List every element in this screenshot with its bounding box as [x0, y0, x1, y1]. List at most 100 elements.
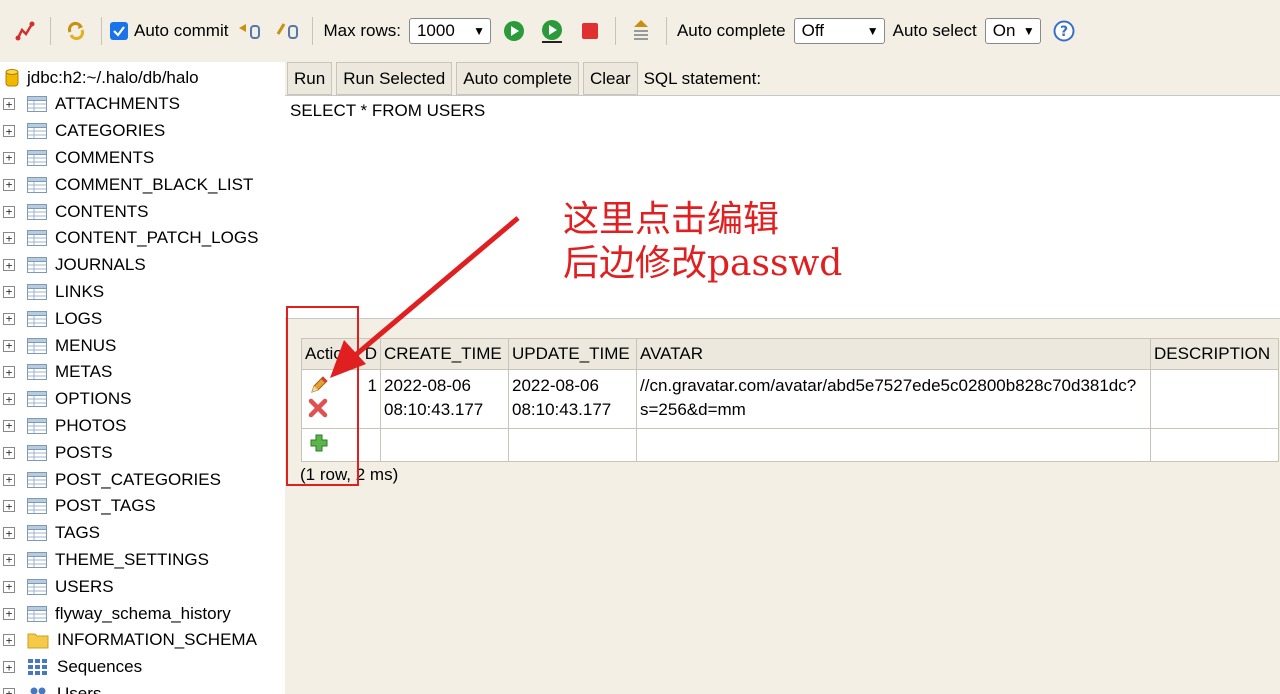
tree-item-table[interactable]: + TAGS	[0, 520, 285, 547]
column-header[interactable]: AVATAR	[636, 338, 1151, 370]
tree-item-table[interactable]: + LINKS	[0, 279, 285, 306]
avatar-line: //cn.gravatar.com/avatar/abd5e7527ede5c0…	[640, 376, 1137, 395]
tree-item-table[interactable]: + flyway_schema_history	[0, 600, 285, 627]
connection-url: jdbc:h2:~/.halo/db/halo	[27, 67, 199, 87]
table-icon	[27, 149, 47, 166]
expand-icon[interactable]: +	[3, 661, 15, 674]
tree-item-label: POST_CATEGORIES	[55, 469, 221, 489]
tree-item-table[interactable]: + CONTENT_PATCH_LOGS	[0, 225, 285, 252]
column-header[interactable]: CREATE_TIME	[380, 338, 509, 370]
column-header[interactable]: D	[357, 338, 381, 370]
expand-icon[interactable]: +	[3, 393, 15, 406]
toolbar-separator	[50, 17, 51, 45]
tree-item-label: CONTENT_PATCH_LOGS	[55, 228, 259, 248]
expand-icon[interactable]: +	[3, 285, 15, 298]
expand-icon[interactable]: +	[3, 634, 15, 647]
stop-icon[interactable]	[577, 18, 603, 44]
connection-node[interactable]: jdbc:h2:~/.halo/db/halo	[0, 64, 285, 91]
tree-item-table[interactable]: + JOURNALS	[0, 252, 285, 279]
checkbox-checked-icon[interactable]	[110, 22, 128, 40]
chevron-down-icon: ▼	[866, 24, 879, 38]
auto-complete-select[interactable]: Off ▼	[793, 18, 885, 44]
expand-icon[interactable]: +	[3, 580, 15, 593]
run-button[interactable]: Run	[287, 62, 333, 95]
tree-item-table[interactable]: + CATEGORIES	[0, 118, 285, 145]
expand-icon[interactable]: +	[3, 446, 15, 459]
tree-item-table[interactable]: + LOGS	[0, 305, 285, 332]
expand-icon[interactable]: +	[3, 473, 15, 486]
refresh-icon[interactable]	[63, 18, 89, 44]
tree-item-table[interactable]: + USERS	[0, 573, 285, 600]
column-header[interactable]: DESCRIPTION	[1150, 338, 1279, 370]
tree-item-table[interactable]: + MENUS	[0, 332, 285, 359]
expand-icon[interactable]: +	[3, 98, 15, 111]
expand-icon[interactable]: +	[3, 419, 15, 432]
table-icon	[27, 283, 47, 300]
splitter[interactable]	[285, 319, 1280, 329]
table-icon	[27, 230, 47, 247]
tree-item-table[interactable]: + ATTACHMENTS	[0, 91, 285, 118]
auto-commit-label: Auto commit	[134, 21, 229, 40]
run-icon[interactable]	[501, 18, 527, 44]
tree-item-table[interactable]: + OPTIONS	[0, 386, 285, 413]
column-header[interactable]: UPDATE_TIME	[508, 338, 637, 370]
annotation-line: 这里点击编辑	[563, 199, 780, 240]
expand-icon[interactable]: +	[3, 553, 15, 566]
expand-icon[interactable]: +	[3, 205, 15, 218]
expand-icon[interactable]: +	[3, 151, 15, 164]
disconnect-icon[interactable]	[12, 18, 38, 44]
tree-item-table[interactable]: + POSTS	[0, 439, 285, 466]
tree-item-table[interactable]: + COMMENTS	[0, 145, 285, 172]
expand-icon[interactable]: +	[3, 259, 15, 272]
expand-icon[interactable]: +	[3, 232, 15, 245]
tree-item-label: METAS	[55, 362, 113, 382]
tree-item-sequences[interactable]: + Sequences	[0, 654, 285, 681]
expand-icon[interactable]: +	[3, 312, 15, 325]
max-rows-value: 1000	[416, 21, 455, 40]
expand-icon[interactable]: +	[3, 607, 15, 620]
help-icon[interactable]: ?	[1051, 18, 1077, 44]
table-icon	[27, 551, 47, 568]
tree-item-table[interactable]: + METAS	[0, 359, 285, 386]
results-table: Actio D CREATE_TIME UPDATE_TIME AVATAR D…	[301, 338, 1279, 462]
commit-icon[interactable]	[236, 18, 262, 44]
tree-item-label: flyway_schema_history	[55, 603, 231, 623]
table-list: + ATTACHMENTS + CATEGORIES + COMMENTS + COMMENT…	[0, 91, 285, 627]
rollback-icon[interactable]	[274, 18, 300, 44]
avatar-line: s=256&d=mm	[640, 400, 746, 419]
folder-icon	[27, 631, 49, 649]
results-header-row: Actio D CREATE_TIME UPDATE_TIME AVATAR D…	[301, 338, 1279, 370]
tree-item-label: INFORMATION_SCHEMA	[57, 630, 257, 650]
tree-item-label: COMMENTS	[55, 147, 155, 167]
tree-item-table[interactable]: + POST_CATEGORIES	[0, 466, 285, 493]
expand-icon[interactable]: +	[3, 366, 15, 379]
tree-item-table[interactable]: + CONTENTS	[0, 198, 285, 225]
tree-item-table[interactable]: + PHOTOS	[0, 413, 285, 440]
expand-icon[interactable]: +	[3, 527, 15, 540]
auto-complete-button[interactable]: Auto complete	[456, 62, 579, 95]
expand-icon[interactable]: +	[3, 687, 15, 694]
tree-item-label: COMMENT_BLACK_LIST	[55, 174, 254, 194]
run-selected-icon[interactable]	[539, 18, 565, 44]
tree-item-information-schema[interactable]: + INFORMATION_SCHEMA	[0, 627, 285, 654]
tree-item-table[interactable]: + POST_TAGS	[0, 493, 285, 520]
cell-date: 2022-08-06	[512, 376, 599, 395]
tree-item-table[interactable]: + THEME_SETTINGS	[0, 547, 285, 574]
expand-icon[interactable]: +	[3, 178, 15, 191]
expand-icon[interactable]: +	[3, 125, 15, 138]
query-button-row: Run Run Selected Auto complete Clear SQL…	[287, 62, 761, 95]
max-rows-select[interactable]: 1000 ▼	[408, 18, 491, 44]
clear-button[interactable]: Clear	[582, 62, 638, 95]
expand-icon[interactable]: +	[3, 339, 15, 352]
auto-complete-value: Off	[801, 21, 825, 40]
tree-item-table[interactable]: + COMMENT_BLACK_LIST	[0, 171, 285, 198]
auto-select-select[interactable]: On ▼	[984, 18, 1041, 44]
tree-item-users[interactable]: + Users	[0, 681, 285, 694]
run-selected-button[interactable]: Run Selected	[336, 62, 453, 95]
auto-commit-checkbox[interactable]: Auto commit	[110, 21, 228, 41]
table-icon	[27, 310, 47, 327]
tree-item-label: CONTENTS	[55, 201, 149, 221]
expand-icon[interactable]: +	[3, 500, 15, 513]
history-icon[interactable]	[628, 18, 654, 44]
tree-item-label: USERS	[55, 576, 114, 596]
